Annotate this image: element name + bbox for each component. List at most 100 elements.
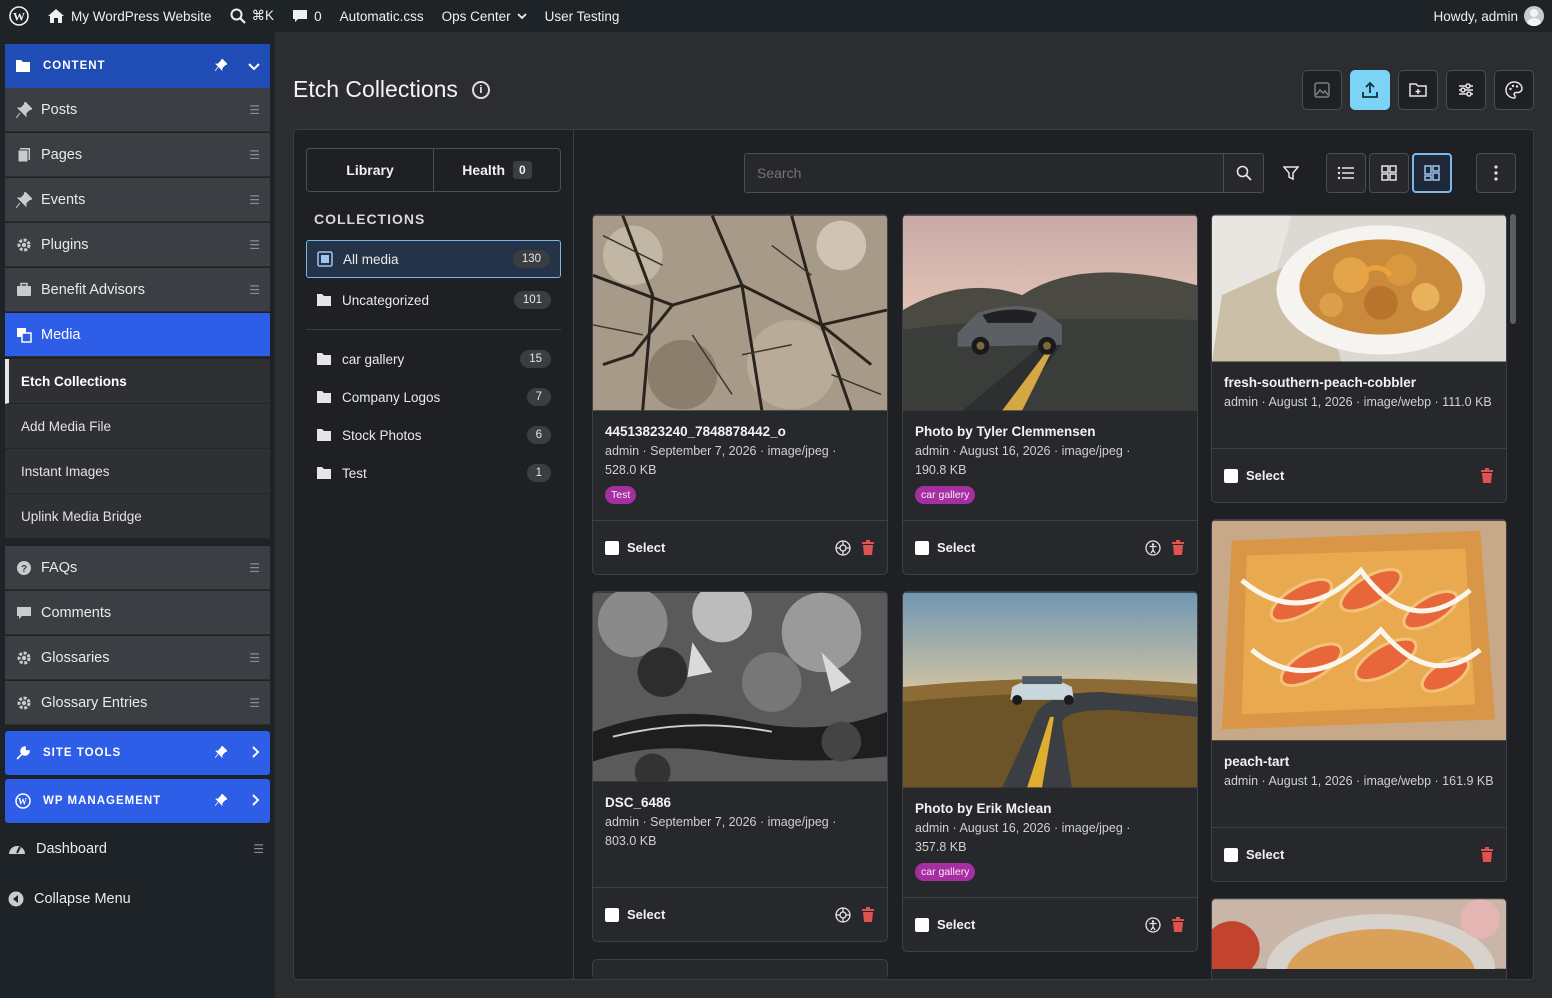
comments-link[interactable]: 0 <box>283 0 331 32</box>
content-group-header[interactable]: CONTENT <box>5 44 270 88</box>
sidebar-item-benefit-advisors[interactable]: Benefit Advisors ☰ <box>5 268 270 312</box>
drag-handle-icon[interactable]: ☰ <box>249 283 260 297</box>
media-title: DSC_6486 <box>605 795 672 810</box>
accessibility-icon[interactable] <box>1145 539 1161 556</box>
drag-handle-icon[interactable]: ☰ <box>249 193 260 207</box>
select-checkbox[interactable] <box>1224 468 1238 483</box>
user-testing-link[interactable]: User Testing <box>536 0 629 32</box>
media-card[interactable]: peach-tart admin · August 1, 2026 · imag… <box>1211 519 1507 882</box>
list-view-button[interactable] <box>1326 153 1366 193</box>
select-checkbox[interactable] <box>915 917 929 932</box>
sidebar-item-plugins[interactable]: Plugins ☰ <box>5 223 270 267</box>
search-input[interactable] <box>745 154 1223 192</box>
media-card[interactable]: Photo by Tyler Clemmensen admin · August… <box>902 214 1198 575</box>
collection-all-media[interactable]: All media 130 <box>306 240 561 278</box>
theme-palette-button[interactable] <box>1494 70 1534 110</box>
chevron-right-icon[interactable] <box>230 745 260 761</box>
sidebar-item-events[interactable]: Events ☰ <box>5 178 270 222</box>
trash-icon[interactable] <box>1171 916 1185 933</box>
chevron-down-icon[interactable] <box>230 58 260 74</box>
tab-health[interactable]: Health 0 <box>433 149 560 191</box>
collection-tag[interactable]: car gallery <box>915 863 976 881</box>
media-thumbnail[interactable] <box>1212 899 1506 979</box>
drag-handle-icon[interactable]: ☰ <box>249 238 260 252</box>
submenu-etch-collections[interactable]: Etch Collections <box>5 359 270 404</box>
sidebar-item-glossaries[interactable]: Glossaries ☰ <box>5 636 270 680</box>
pin-icon[interactable] <box>212 57 230 74</box>
media-thumbnail[interactable] <box>903 215 1197 411</box>
drag-handle-icon[interactable]: ☰ <box>249 651 260 665</box>
upload-button[interactable] <box>1350 70 1390 110</box>
collection-uncategorized[interactable]: Uncategorized 101 <box>306 281 561 319</box>
collection-stock-photos[interactable]: Stock Photos 6 <box>306 416 561 454</box>
filter-button[interactable] <box>1271 153 1311 193</box>
site-name-link[interactable]: My WordPress Website <box>38 0 221 32</box>
alt-text-icon[interactable] <box>835 539 851 556</box>
pin-icon[interactable] <box>212 744 230 761</box>
sidebar-item-comments[interactable]: Comments <box>5 591 270 635</box>
collapse-menu-button[interactable]: Collapse Menu <box>8 881 270 917</box>
submenu-uplink-media-bridge[interactable]: Uplink Media Bridge <box>5 494 270 539</box>
info-icon[interactable]: i <box>471 80 490 99</box>
select-checkbox[interactable] <box>915 540 929 555</box>
media-thumbnail[interactable] <box>593 215 887 411</box>
alt-text-icon[interactable] <box>835 906 851 923</box>
new-folder-button[interactable] <box>1398 70 1438 110</box>
automatic-css-link[interactable]: Automatic.css <box>331 0 433 32</box>
media-card[interactable] <box>592 959 888 979</box>
accessibility-icon[interactable] <box>1145 916 1161 933</box>
collection-tag[interactable]: car gallery <box>915 486 976 504</box>
sidebar-item-faqs[interactable]: ? FAQs ☰ <box>5 546 270 590</box>
trash-icon[interactable] <box>1480 846 1494 863</box>
search-button[interactable] <box>1223 154 1263 192</box>
media-thumbnail[interactable] <box>1212 520 1506 741</box>
collection-company-logos[interactable]: Company Logos 7 <box>306 378 561 416</box>
media-card[interactable]: 44513823240_7848878442_o admin · Septemb… <box>592 214 888 575</box>
media-thumbnail[interactable] <box>593 592 887 790</box>
image-view-button[interactable] <box>1302 70 1342 110</box>
wordpress-logo-button[interactable]: W <box>0 0 38 32</box>
ops-center-menu[interactable]: Ops Center <box>433 0 536 32</box>
media-card[interactable]: fresh-southern-peach-cobbler admin · Aug… <box>1211 214 1507 503</box>
grid-view-button[interactable] <box>1369 153 1409 193</box>
collection-tag[interactable]: Test <box>605 486 637 504</box>
select-checkbox[interactable] <box>1224 847 1238 862</box>
tab-library[interactable]: Library <box>307 149 433 191</box>
trash-icon[interactable] <box>861 906 875 923</box>
select-checkbox[interactable] <box>605 907 619 922</box>
media-thumbnail[interactable] <box>903 592 1197 788</box>
site-tools-group-header[interactable]: SITE TOOLS <box>5 731 270 775</box>
collection-car-gallery[interactable]: car gallery 15 <box>306 340 561 378</box>
settings-sliders-button[interactable] <box>1446 70 1486 110</box>
drag-handle-icon[interactable]: ☰ <box>249 561 260 575</box>
media-card[interactable] <box>1211 898 1507 979</box>
collection-test[interactable]: Test 1 <box>306 454 561 492</box>
command-search-button[interactable]: ⌘K <box>221 0 284 32</box>
sidebar-item-glossary-entries[interactable]: Glossary Entries ☰ <box>5 681 270 725</box>
drag-handle-icon[interactable]: ☰ <box>249 696 260 710</box>
submenu-add-media-file[interactable]: Add Media File <box>5 404 270 449</box>
sidebar-item-media[interactable]: Media <box>5 313 270 357</box>
drag-handle-icon[interactable]: ☰ <box>249 148 260 162</box>
briefcase-icon <box>15 281 33 299</box>
wp-management-group-header[interactable]: W WP MANAGEMENT <box>5 779 270 823</box>
more-options-button[interactable] <box>1476 153 1516 193</box>
media-card[interactable]: DSC_6486 admin · September 7, 2026 · ima… <box>592 591 888 942</box>
scrollbar-thumb[interactable] <box>1510 214 1516 324</box>
pin-icon[interactable] <box>212 792 230 809</box>
chevron-right-icon[interactable] <box>230 793 260 809</box>
drag-handle-icon[interactable]: ☰ <box>249 103 260 117</box>
media-card[interactable]: Photo by Erik Mclean admin · August 16, … <box>902 591 1198 952</box>
media-thumbnail[interactable] <box>1212 215 1506 362</box>
user-account-menu[interactable]: Howdy, admin <box>1424 0 1552 32</box>
select-checkbox[interactable] <box>605 540 619 555</box>
sidebar-item-dashboard[interactable]: Dashboard ☰ <box>8 831 270 867</box>
masonry-view-button[interactable] <box>1412 153 1452 193</box>
trash-icon[interactable] <box>1171 539 1185 556</box>
submenu-instant-images[interactable]: Instant Images <box>5 449 270 494</box>
trash-icon[interactable] <box>861 539 875 556</box>
sidebar-item-pages[interactable]: Pages ☰ <box>5 133 270 177</box>
drag-handle-icon[interactable]: ☰ <box>253 842 270 856</box>
sidebar-item-posts[interactable]: Posts ☰ <box>5 88 270 132</box>
trash-icon[interactable] <box>1480 467 1494 484</box>
